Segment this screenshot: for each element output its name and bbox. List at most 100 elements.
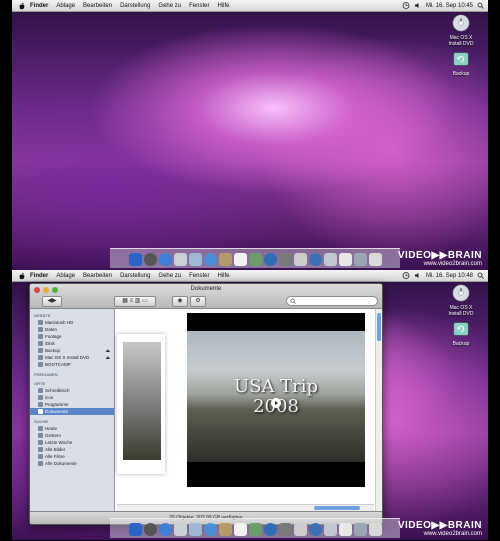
cover-flow-item-left[interactable] — [117, 334, 165, 474]
address-book-dock-icon[interactable] — [218, 253, 232, 266]
volume-icon[interactable] — [414, 2, 422, 9]
scroll-thumb[interactable] — [314, 506, 360, 510]
spotlight-icon[interactable] — [477, 272, 484, 279]
sidebar-item-backup[interactable]: Backup ⏏ — [30, 347, 114, 354]
back-forward-buttons[interactable]: ◀▶ — [42, 296, 62, 307]
forward-arrow-icon[interactable]: ▶ — [52, 298, 57, 304]
menu-ablage[interactable]: Ablage — [56, 273, 75, 279]
menu-finder[interactable]: Finder — [30, 3, 48, 9]
address-book-dock-icon[interactable] — [218, 523, 232, 536]
sidebar-item-bootcamp[interactable]: BOOTCAMP — [30, 361, 114, 368]
quick-look-button[interactable]: ◉ — [172, 296, 188, 307]
facetime-dock-icon[interactable] — [203, 253, 217, 266]
downloads-stack-dock-icon[interactable] — [353, 253, 367, 266]
search-field[interactable] — [286, 296, 378, 306]
photo-booth-dock-icon[interactable] — [278, 253, 292, 266]
documents-stack-dock-icon[interactable] — [338, 253, 352, 266]
menubar-clock[interactable]: Mi. 16. Sep 10:45 — [426, 3, 473, 9]
menu-fenster[interactable]: Fenster — [189, 273, 209, 279]
action-menu-button[interactable]: ⚙ — [190, 296, 206, 307]
menu-gehe-zu[interactable]: Gehe zu — [158, 273, 181, 279]
photo-booth-dock-icon[interactable] — [278, 523, 292, 536]
sidebar-item-alle-filme[interactable]: Alle Filme — [30, 453, 114, 460]
trash-dock-icon[interactable] — [368, 523, 382, 536]
safari-dock-icon[interactable] — [158, 253, 172, 266]
applications-folder-dock-icon[interactable] — [323, 253, 337, 266]
apple-menu-icon[interactable] — [18, 272, 26, 280]
vertical-scrollbar[interactable] — [375, 309, 382, 512]
finder-dock-icon[interactable] — [128, 523, 142, 536]
eject-icon[interactable]: ⏏ — [106, 347, 110, 354]
menu-ablage[interactable]: Ablage — [56, 3, 75, 9]
cover-flow-item-video[interactable]: USA Trip 2008 — [187, 313, 365, 487]
menu-hilfe[interactable]: Hilfe — [217, 3, 229, 9]
ichat-dock-icon[interactable] — [188, 523, 202, 536]
scroll-thumb[interactable] — [377, 313, 381, 341]
applications-folder-dock-icon[interactable] — [323, 523, 337, 536]
desktop-icon-backup[interactable]: Backup — [444, 320, 478, 347]
volume-icon[interactable] — [414, 272, 422, 279]
sidebar-item-macintosh-hd[interactable]: Macintosh HD — [30, 319, 114, 326]
cover-flow-icon[interactable]: ▭ — [142, 298, 148, 304]
menu-fenster[interactable]: Fenster — [189, 3, 209, 9]
menu-bearbeiten[interactable]: Bearbeiten — [83, 3, 112, 9]
finder-dock-icon[interactable] — [128, 253, 142, 266]
documents-stack-dock-icon[interactable] — [338, 523, 352, 536]
menu-darstellung[interactable]: Darstellung — [120, 273, 150, 279]
menu-finder[interactable]: Finder — [30, 273, 48, 279]
sidebar-item-dokumente[interactable]: Dokumente — [30, 408, 114, 415]
desktop-icon-backup[interactable]: Backup — [444, 50, 478, 77]
sidebar-item-alle-dokumente[interactable]: Alle Dokumente — [30, 460, 114, 467]
sidebar-item-schreibtisch[interactable]: Schreibtisch — [30, 387, 114, 394]
ichat-dock-icon[interactable] — [188, 253, 202, 266]
sidebar-item-idisk[interactable]: iDisk — [30, 340, 114, 347]
itunes-dock-icon[interactable] — [263, 523, 277, 536]
icon-view-icon[interactable]: ▦ — [122, 298, 128, 304]
sidebar-heading-devices: GERÄTE — [34, 313, 51, 318]
system-preferences-dock-icon[interactable] — [293, 253, 307, 266]
mail-dock-icon[interactable] — [173, 253, 187, 266]
facetime-dock-icon[interactable] — [203, 523, 217, 536]
window-titlebar[interactable]: Dokumente ◀▶ ▦ ≡ ▥ ▭ ◉ ⚙ — [30, 284, 382, 309]
sidebar-item-gestern[interactable]: Gestern — [30, 432, 114, 439]
time-machine-dock-icon[interactable] — [308, 523, 322, 536]
menu-gehe-zu[interactable]: Gehe zu — [158, 3, 181, 9]
time-machine-icon[interactable] — [402, 2, 410, 9]
horizontal-scrollbar[interactable] — [117, 504, 374, 511]
sidebar-item-install-dvd[interactable]: Mac OS X Install DVD ⏏ — [30, 354, 114, 361]
desktop-icon-install-dvd[interactable]: X Mac OS X Install DVD — [444, 284, 478, 317]
sidebar-item-daten[interactable]: Daten — [30, 326, 114, 333]
sidebar-item-heute[interactable]: Heute — [30, 425, 114, 432]
column-view-icon[interactable]: ▥ — [135, 298, 141, 304]
itunes-dock-icon[interactable] — [263, 253, 277, 266]
view-mode-buttons[interactable]: ▦ ≡ ▥ ▭ — [114, 296, 156, 307]
mail-dock-icon[interactable] — [173, 523, 187, 536]
menubar-clock[interactable]: Mi. 16. Sep 10:48 — [426, 273, 473, 279]
sidebar-item-programme[interactable]: Programme — [30, 401, 114, 408]
dashboard-dock-icon[interactable] — [143, 253, 157, 266]
spotlight-icon[interactable] — [477, 2, 484, 9]
preview-dock-icon[interactable] — [248, 523, 262, 536]
sidebar-item-alle-bilder[interactable]: Alle Bilder — [30, 446, 114, 453]
menu-hilfe[interactable]: Hilfe — [217, 273, 229, 279]
time-machine-icon[interactable] — [402, 272, 410, 279]
sidebar-item-footage[interactable]: Footage — [30, 333, 114, 340]
apple-menu-icon[interactable] — [18, 2, 26, 10]
sidebar-item-icon[interactable]: icon — [30, 394, 114, 401]
ical-dock-icon[interactable] — [233, 523, 247, 536]
downloads-stack-dock-icon[interactable] — [353, 523, 367, 536]
trash-dock-icon[interactable] — [368, 253, 382, 266]
dashboard-dock-icon[interactable] — [143, 523, 157, 536]
safari-dock-icon[interactable] — [158, 523, 172, 536]
system-preferences-dock-icon[interactable] — [293, 523, 307, 536]
play-icon[interactable] — [271, 398, 281, 408]
list-view-icon[interactable]: ≡ — [130, 298, 134, 304]
ical-dock-icon[interactable] — [233, 253, 247, 266]
time-machine-dock-icon[interactable] — [308, 253, 322, 266]
eject-icon[interactable]: ⏏ — [106, 354, 110, 361]
menu-bearbeiten[interactable]: Bearbeiten — [83, 273, 112, 279]
preview-dock-icon[interactable] — [248, 253, 262, 266]
sidebar-item-letzte-woche[interactable]: Letzte Woche — [30, 439, 114, 446]
desktop-icon-install-dvd[interactable]: X Mac OS X Install DVD — [444, 14, 478, 47]
menu-darstellung[interactable]: Darstellung — [120, 3, 150, 9]
